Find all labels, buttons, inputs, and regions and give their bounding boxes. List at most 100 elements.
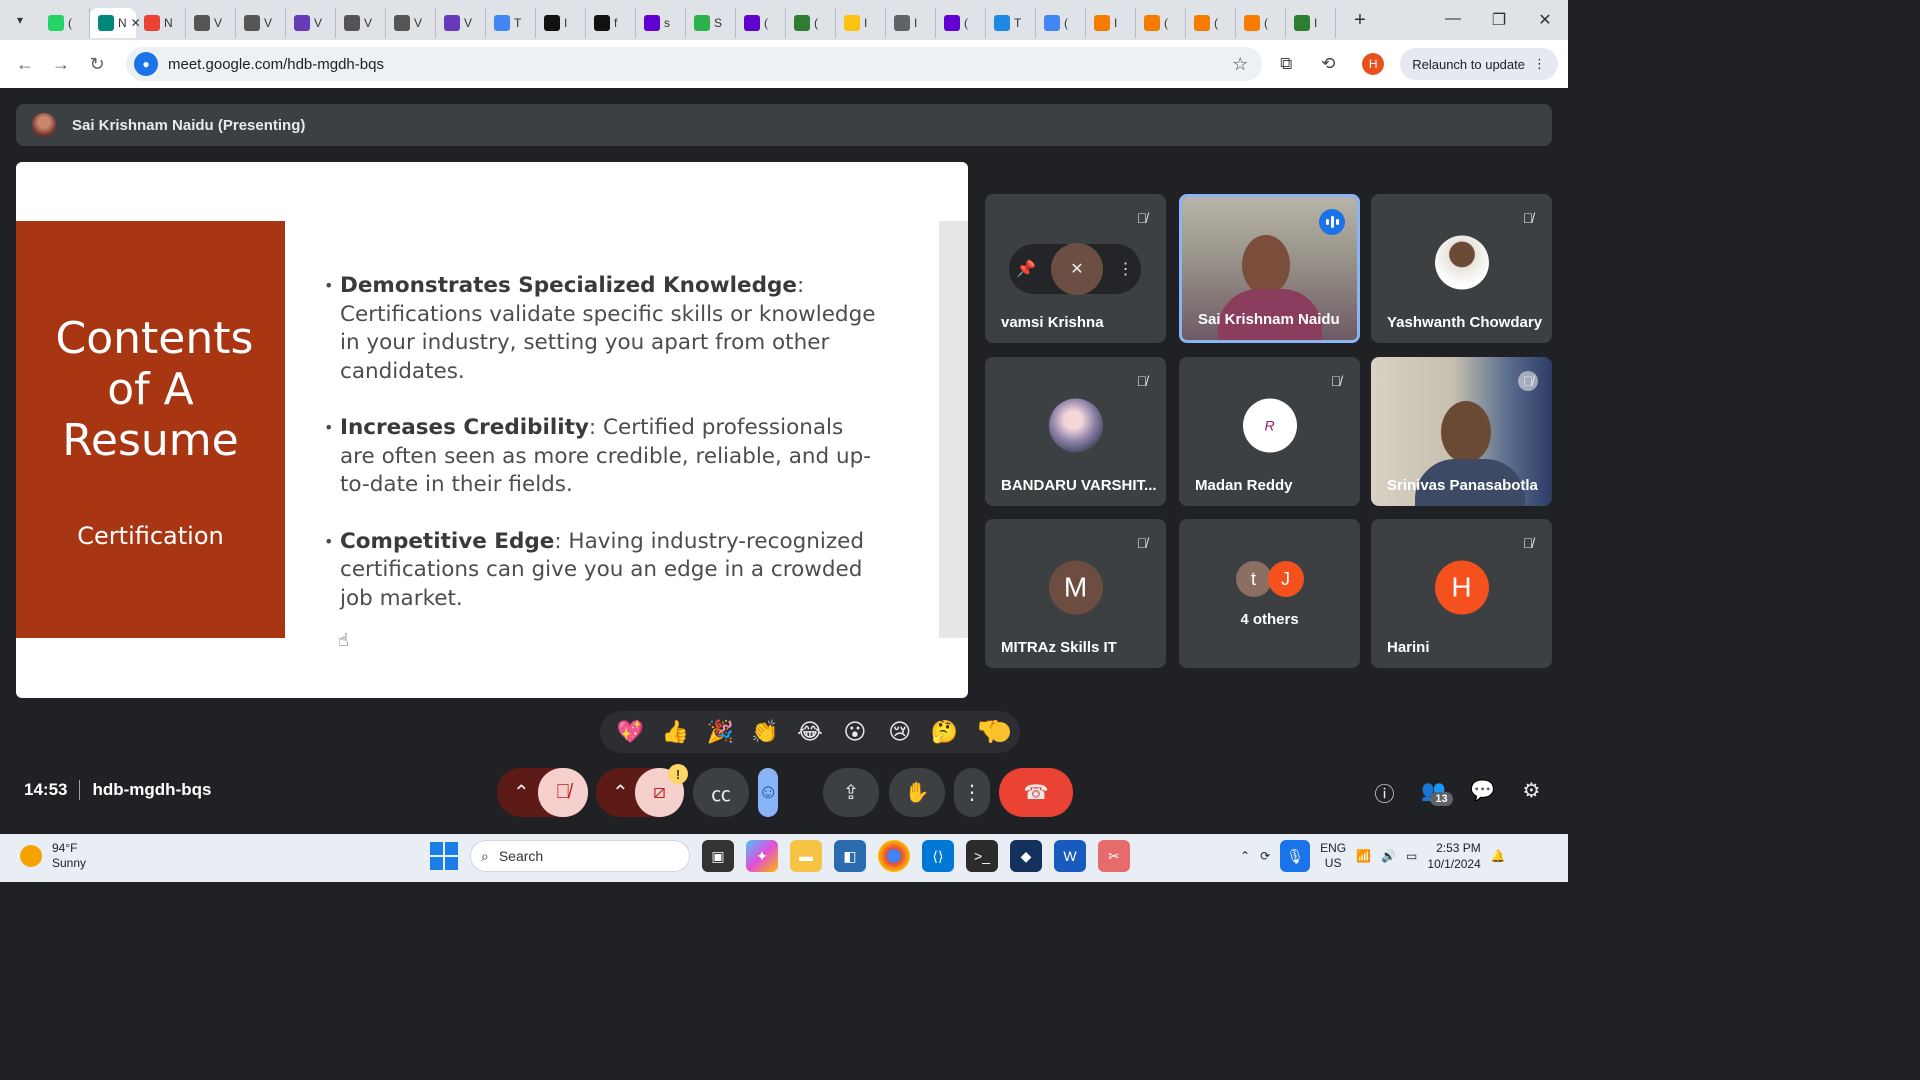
raise-hand-button[interactable]: ✋ [889,768,945,817]
store-icon[interactable]: ◧ [834,840,866,872]
browser-tab[interactable]: N [136,8,186,38]
participant-tile[interactable]: 🎙̸ BANDARU VARSHIT... [985,357,1166,506]
address-bar[interactable]: ● meet.google.com/hdb-mgdh-bqs ☆ [126,47,1263,81]
snipping-tool-icon[interactable]: ✂ [1098,840,1130,872]
browser-tab[interactable]: f [586,8,636,38]
tile-hover-controls: 📌 ✕ ⋮ [1009,243,1141,295]
word-icon[interactable]: W [1054,840,1086,872]
mic-off-icon[interactable]: ✕ [1050,243,1103,295]
browser-tab[interactable]: ( [1186,8,1236,38]
skin-tone-picker-button[interactable] [990,722,1010,742]
browser-tab[interactable]: ( [1236,8,1286,38]
taskbar-search[interactable]: ⌕ Search [470,840,690,872]
copilot-icon[interactable]: ✦ [746,840,778,872]
notification-bell-icon[interactable]: 🔔 [1491,849,1506,863]
browser-tab[interactable]: ( [1036,8,1086,38]
reaction-thinking[interactable]: 🤔 [929,719,961,745]
more-vert-icon[interactable]: ⋮ [1118,259,1134,279]
participant-tile[interactable]: 🎙̸ M MITRAz Skills IT [985,519,1166,668]
reaction-surprised[interactable]: 😮 [839,719,871,745]
reaction-party-popper[interactable]: 🎉 [704,719,736,745]
browser-tab[interactable]: V [236,8,286,38]
camera-toggle-button[interactable]: ⧄ ! [635,764,688,817]
chat-button[interactable]: 💬 [1468,778,1497,826]
others-tile[interactable]: t J 4 others [1179,519,1360,668]
weather-widget[interactable]: 94°F Sunny [20,841,86,871]
side-panel-controls: ⓘ 👥13 💬 ⚙ [1370,778,1546,826]
volume-icon[interactable]: 🔊 [1381,849,1396,863]
language-indicator[interactable]: ENG US [1320,841,1346,871]
browser-tab[interactable]: I [1086,8,1136,38]
browser-tab[interactable]: ( [786,8,836,38]
browser-tab[interactable]: T [486,8,536,38]
participant-tile[interactable]: 🎙̸ H Harini [1371,519,1552,668]
microphone-in-use-icon[interactable]: ● [134,52,158,76]
participant-tile-active-speaker[interactable]: Sai Krishnam Naidu [1179,194,1360,343]
link-icon [794,15,810,31]
people-button[interactable]: 👥13 [1419,778,1453,826]
history-icon[interactable]: ⟲ [1310,54,1346,74]
show-hidden-icons-chevron-icon[interactable]: ⌃ [1240,849,1250,863]
microphone-in-use-icon[interactable]: 🎙 [1280,840,1311,872]
chrome-icon[interactable] [878,840,910,872]
browser-tab[interactable]: ( [936,8,986,38]
browser-tab[interactable]: I [886,8,936,38]
browser-tab[interactable]: V [186,8,236,38]
reaction-tears-of-joy[interactable]: 😂 [794,719,826,745]
browser-tab[interactable]: I [836,8,886,38]
meeting-info-button[interactable]: ⓘ [1370,778,1399,826]
reaction-sparkling-heart[interactable]: 💖 [614,719,646,745]
browser-tab[interactable]: N ✕ [90,8,141,38]
browser-tab[interactable]: V [386,8,436,38]
browser-tab[interactable]: I [1286,8,1336,38]
vscode-icon[interactable]: ⟨⟩ [922,840,954,872]
browser-tab[interactable]: ( [40,8,90,38]
extensions-icon[interactable]: ⧉ [1268,54,1304,74]
reload-button[interactable]: ↻ [82,54,112,75]
tab-search-button[interactable]: ▾ [0,0,40,40]
relaunch-button[interactable]: Relaunch to update ⋮ [1400,48,1558,80]
browser-tab[interactable]: V [286,8,336,38]
more-options-button[interactable]: ⋮ [954,768,990,817]
browser-tab[interactable]: ( [736,8,786,38]
system-clock[interactable]: 2:53 PM 10/1/2024 [1427,840,1480,872]
new-tab-button[interactable]: + [1342,9,1378,32]
reaction-crying[interactable]: 😢 [884,719,916,745]
forward-button[interactable]: → [46,54,76,75]
wifi-icon[interactable]: 📶 [1356,849,1371,863]
browser-tab[interactable]: V [336,8,386,38]
browser-tab[interactable]: V [436,8,486,38]
browser-tab[interactable]: S [686,8,736,38]
minimize-button[interactable]: — [1430,10,1476,30]
task-view-icon[interactable]: ▣ [702,840,734,872]
participant-tile[interactable]: 🎙̸ Yashwanth Chowdary [1371,194,1552,343]
file-explorer-icon[interactable]: ▬ [790,840,822,872]
windows-start-icon[interactable] [430,842,458,870]
browser-tab[interactable]: s [636,8,686,38]
battery-icon[interactable]: ▭ [1406,849,1417,863]
close-window-button[interactable]: ✕ [1522,10,1568,30]
reaction-thumbs-up[interactable]: 👍 [659,719,691,745]
meeting-code[interactable]: hdb-mgdh-bqs [92,780,211,800]
reactions-button[interactable]: ☺ [758,768,779,817]
reaction-clapping[interactable]: 👏 [749,719,781,745]
pin-icon[interactable]: 📌 [1016,259,1036,279]
present-screen-button[interactable]: ⇪ [823,768,879,817]
browser-tab[interactable]: T [986,8,1036,38]
restore-button[interactable]: ❐ [1476,10,1522,30]
sync-icon[interactable]: ⟳ [1260,849,1270,863]
captions-button[interactable]: ㏄ [693,768,749,817]
participant-tile[interactable]: 🎙̸ Srinivas Panasabotla [1371,357,1552,506]
leave-call-button[interactable]: ☎ [999,768,1073,817]
back-button[interactable]: ← [10,54,40,75]
microphone-toggle-button[interactable]: 🎙̸ [538,768,588,817]
participant-tile[interactable]: 🎙̸ 📌 ✕ ⋮ vamsi Krishna [985,194,1166,343]
terminal-icon[interactable]: >_ [966,840,998,872]
participant-tile[interactable]: 🎙̸ R Madan Reddy [1179,357,1360,506]
activities-button[interactable]: ⚙ [1517,778,1546,826]
stm32-icon[interactable]: ◆ [1010,840,1042,872]
bookmark-star-icon[interactable]: ☆ [1232,54,1248,75]
browser-tab[interactable]: I [536,8,586,38]
profile-avatar[interactable]: H [1362,53,1385,75]
browser-tab[interactable]: ( [1136,8,1186,38]
